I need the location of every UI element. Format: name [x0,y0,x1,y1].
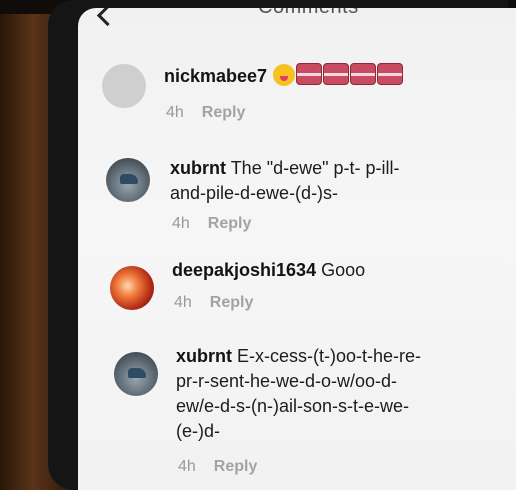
comment-username[interactable]: xubrnt [170,158,226,178]
comment-text: xubrnt The "d-ewe" p-t- p-ill- and-pile-… [170,156,500,206]
reply-button[interactable]: Reply [208,215,252,233]
comment-time: 4h [172,215,190,232]
comment-meta: 4h Reply [174,294,253,312]
comment-body: The "d-ewe" p-t- p-ill- [230,158,400,178]
avatar-image [120,174,138,184]
emoji-icon [377,63,404,85]
avatar[interactable] [106,158,150,202]
comment-body: E-x-cess-(t-)oo-t-he-re- [237,346,422,366]
chevron-left-icon[interactable] [96,8,119,27]
comment-body-line: and-pile-d-ewe-(d-)s- [170,183,339,203]
face-with-tongue-icon [273,64,296,86]
comment-body: Gooo [321,260,366,280]
comment-text: xubrnt E-x-cess-(t-)oo-t-he-re- pr-r-sen… [176,344,506,444]
reply-button[interactable]: Reply [202,104,246,122]
emoji-icon [296,63,323,85]
avatar[interactable] [110,266,154,310]
comment-meta: 4h Reply [172,215,251,233]
top-bar: Comments [78,8,516,30]
avatar[interactable] [102,64,146,108]
reply-button[interactable]: Reply [210,294,254,312]
comment-text: deepakjoshi1634 Gooo [172,258,365,283]
comment-username[interactable]: nickmabee7 [164,66,267,86]
comment-text: nickmabee7 [164,63,404,89]
avatar-image [128,368,146,378]
reply-button[interactable]: Reply [214,458,258,476]
emoji-icon [350,63,377,85]
phone-screen: Comments nickmabee7 4h Reply xubrnt The "… [78,8,516,490]
comment-body-line: (e-)d- [176,421,220,441]
comment-username[interactable]: xubrnt [176,346,232,366]
comment-body-line: pr-r-sent-he-we-d-o-w/oo-d- [176,371,398,391]
comment-time: 4h [166,104,184,121]
comment-time: 4h [178,458,196,475]
comment-body-line: ew/e-d-s-(n-)ail-son-s-t-e-we- [176,396,410,416]
page-title: Comments [258,8,359,19]
avatar[interactable] [114,352,158,396]
comment-time: 4h [174,294,192,311]
comment-username[interactable]: deepakjoshi1634 [172,260,316,280]
emoji-icon [323,63,350,85]
comment-meta: 4h Reply [166,104,245,122]
comment-meta: 4h Reply [178,458,257,476]
